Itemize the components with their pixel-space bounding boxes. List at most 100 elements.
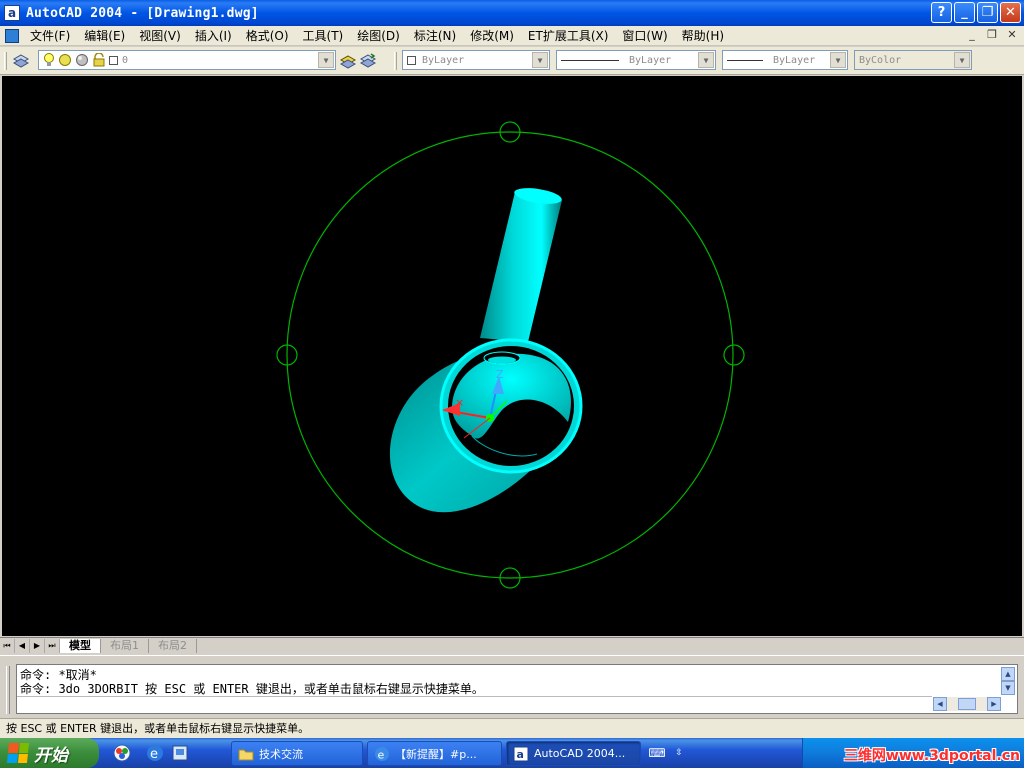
color-value: ByLayer — [422, 54, 465, 66]
color-dropdown-arrow[interactable]: ▼ — [532, 52, 548, 68]
ucs-z-label: Z — [496, 368, 504, 381]
menu-bar: 文件(F) 编辑(E) 视图(V) 插入(I) 格式(O) 工具(T) 绘图(D… — [0, 26, 1024, 46]
windows-taskbar: 开始 e 技术交流 e 【新提醒】#p... a AutoCAD 2004...… — [0, 738, 1024, 768]
bulb-icon — [44, 53, 54, 66]
ie-quick-launch-icon[interactable]: e — [145, 743, 165, 763]
scroll-thumb[interactable] — [958, 698, 976, 710]
desktop-quick-launch-icon[interactable] — [170, 743, 190, 763]
menu-insert[interactable]: 插入(I) — [188, 27, 239, 44]
svg-text:e: e — [378, 748, 385, 761]
toolbar-grip[interactable] — [394, 52, 397, 70]
window-controls: ? _ ❐ ✕ — [931, 2, 1021, 23]
doc-minimize-button[interactable]: _ — [964, 28, 980, 43]
document-controls: _ ❐ ✕ — [964, 28, 1020, 43]
layer-name: 0 — [122, 54, 129, 66]
menu-help[interactable]: 帮助(H) — [675, 27, 731, 44]
color-swatch — [407, 55, 416, 65]
quick-launch-icon-1[interactable] — [112, 743, 132, 763]
minimize-button[interactable]: _ — [954, 2, 975, 23]
tab-layout2[interactable]: 布局2 — [149, 638, 197, 653]
toolbar-grip[interactable] — [4, 52, 7, 70]
lineweight-value: ByLayer — [773, 54, 816, 66]
title-bar: a AutoCAD 2004 - [Drawing1.dwg] ? _ ❐ ✕ — [0, 0, 1024, 26]
help-button[interactable]: ? — [931, 2, 952, 23]
folder-icon — [238, 749, 254, 760]
command-input[interactable] — [17, 696, 932, 713]
layer-tools — [4, 50, 31, 72]
tab-last-button[interactable]: ⏭ — [45, 638, 60, 653]
tab-first-button[interactable]: ⏮ — [0, 638, 15, 653]
plotstyle-value: ByColor — [859, 54, 902, 66]
drawing-area[interactable]: × Z — [2, 76, 1022, 636]
task-autocad[interactable]: a AutoCAD 2004... — [506, 741, 641, 766]
orbit-handle-right[interactable] — [723, 344, 745, 366]
document-icon[interactable] — [5, 28, 19, 43]
maximize-button[interactable]: ❐ — [977, 2, 998, 23]
scroll-up-arrow[interactable]: ▲ — [1001, 667, 1015, 681]
menu-dimension[interactable]: 标注(N) — [407, 27, 463, 44]
lineweight-combo[interactable]: ByLayer ▼ — [722, 50, 848, 70]
menu-tools[interactable]: 工具(T) — [296, 27, 351, 44]
command-horizontal-scrollbar[interactable]: ◀ ▶ — [933, 697, 1001, 711]
small-pipe[interactable] — [480, 185, 563, 342]
linetype-dropdown-arrow[interactable]: ▼ — [698, 52, 714, 68]
command-window-grip[interactable] — [6, 666, 10, 714]
sun-icon — [59, 54, 71, 66]
close-button[interactable]: ✕ — [1000, 2, 1021, 23]
tab-prev-button[interactable]: ◀ — [15, 638, 30, 653]
viewport-freeze-icon — [76, 54, 88, 66]
keyboard-icon[interactable]: ⌨ — [648, 744, 666, 762]
windows-logo-icon — [6, 743, 30, 763]
start-label: 开始 — [34, 745, 68, 766]
color-combo[interactable]: ByLayer ▼ — [402, 50, 550, 70]
menu-modify[interactable]: 修改(M) — [463, 27, 521, 44]
layers-icon[interactable] — [13, 53, 29, 69]
menu-edit[interactable]: 编辑(E) — [77, 27, 132, 44]
ime-arrows-icon[interactable]: ⇳ — [670, 744, 688, 762]
make-current-icon[interactable] — [340, 53, 356, 69]
layer-combo[interactable]: 0 ▼ — [38, 50, 336, 70]
menu-file[interactable]: 文件(F) — [23, 27, 77, 44]
svg-text:×: × — [455, 396, 464, 409]
lineweight-dropdown-arrow[interactable]: ▼ — [830, 52, 846, 68]
task-label: AutoCAD 2004... — [534, 747, 626, 760]
lineweight-sample — [727, 59, 763, 61]
svg-text:a: a — [517, 748, 524, 761]
tab-model[interactable]: 模型 — [60, 638, 101, 653]
autocad-app-icon[interactable]: a — [4, 5, 20, 21]
layer-dropdown-arrow[interactable]: ▼ — [318, 52, 334, 68]
doc-close-button[interactable]: ✕ — [1004, 28, 1020, 43]
linetype-combo[interactable]: ByLayer ▼ — [556, 50, 716, 70]
command-history[interactable]: 命令: *取消* 命令: 3do 3DORBIT 按 ESC 或 ENTER 键… — [16, 664, 1018, 714]
status-bar: 按 ESC 或 ENTER 键退出，或者单击鼠标右键显示快捷菜单。 — [0, 718, 1024, 738]
menu-express-tools[interactable]: ET扩展工具(X) — [521, 27, 616, 44]
scroll-down-arrow[interactable]: ▼ — [1001, 681, 1015, 695]
large-pipe[interactable] — [389, 338, 583, 513]
model-space-view[interactable]: × Z — [2, 76, 1022, 636]
task-tech-exchange[interactable]: 技术交流 — [231, 741, 363, 766]
task-browser[interactable]: e 【新提醒】#p... — [367, 741, 502, 766]
menu-window[interactable]: 窗口(W) — [615, 27, 674, 44]
menu-draw[interactable]: 绘图(D) — [350, 27, 407, 44]
layers-toolbar: 0 ▼ ByLayer ▼ ByLayer ▼ ByLayer ▼ ByColo… — [0, 47, 1024, 75]
menu-format[interactable]: 格式(O) — [239, 27, 296, 44]
tab-layout1[interactable]: 布局1 — [101, 638, 149, 653]
menu-view[interactable]: 视图(V) — [132, 27, 188, 44]
doc-restore-button[interactable]: ❐ — [984, 28, 1000, 43]
scroll-right-arrow[interactable]: ▶ — [987, 697, 1001, 711]
ie-icon: e — [375, 746, 389, 761]
command-window: 命令: *取消* 命令: 3do 3DORBIT 按 ESC 或 ENTER 键… — [0, 655, 1024, 717]
window-title: AutoCAD 2004 - [Drawing1.dwg] — [26, 5, 259, 21]
lock-icon — [93, 53, 105, 67]
layout-tab-bar: ⏮ ◀ ▶ ⏭ 模型 布局1 布局2 — [0, 637, 1024, 653]
layer-previous-icon[interactable] — [360, 53, 376, 69]
start-button[interactable]: 开始 — [0, 738, 99, 768]
plotstyle-dropdown-arrow: ▼ — [954, 52, 970, 68]
task-label: 技术交流 — [259, 747, 303, 761]
command-scrollbar[interactable]: ▲ ▼ — [1001, 667, 1015, 695]
tab-next-button[interactable]: ▶ — [30, 638, 45, 653]
layer-color-swatch — [109, 55, 118, 65]
linetype-value: ByLayer — [629, 54, 672, 66]
scroll-left-arrow[interactable]: ◀ — [933, 697, 947, 711]
layer-extra-tools — [338, 50, 378, 72]
